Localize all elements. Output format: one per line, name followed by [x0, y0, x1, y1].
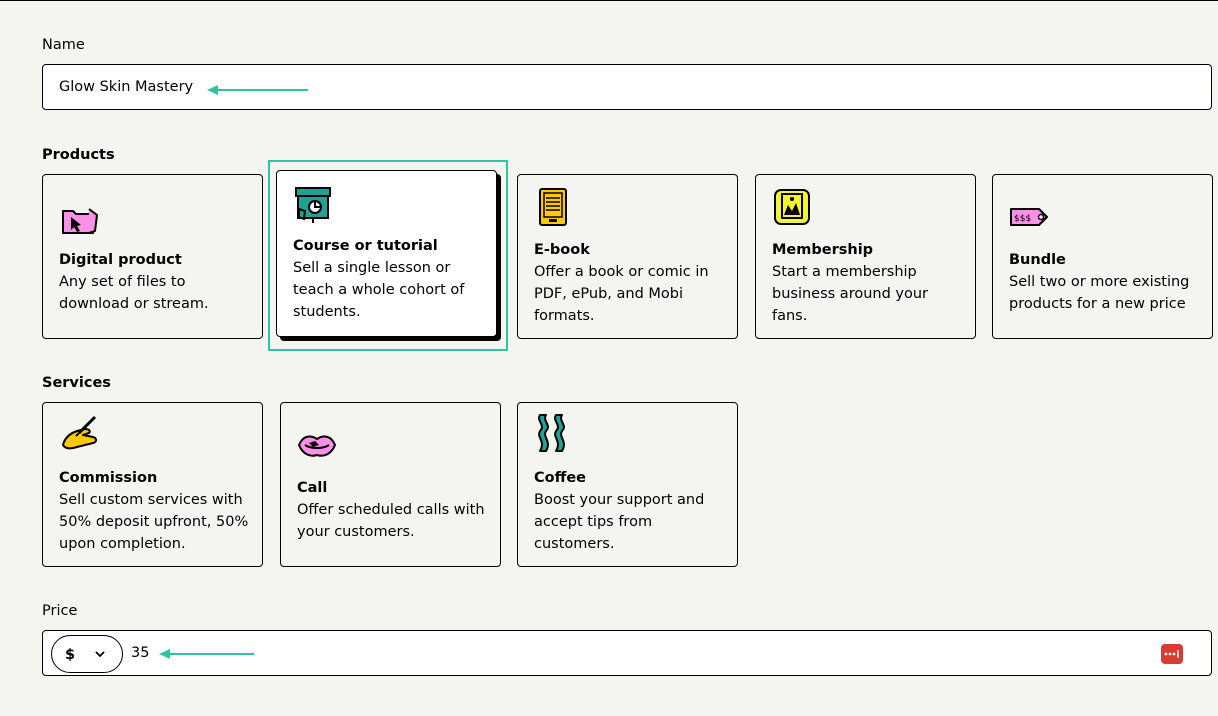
card-title: E-book — [534, 242, 590, 258]
product-card-membership[interactable]: Membership Start a membership business a… — [755, 174, 976, 339]
name-label: Name — [42, 37, 85, 53]
price-input-value: 35 — [131, 645, 150, 661]
card-title: Membership — [772, 242, 874, 258]
hand-pen-icon — [62, 415, 97, 450]
annotation-arrow-icon — [207, 85, 308, 95]
product-card-digital[interactable]: Digital product Any set of files to down… — [42, 174, 263, 339]
coffee-steam-icon — [538, 414, 565, 452]
name-input-value: Glow Skin Mastery — [59, 79, 194, 95]
card-title: Commission — [59, 470, 158, 486]
product-card-course[interactable]: Course or tutorial Sell a single lesson … — [276, 170, 497, 337]
card-title: Bundle — [1009, 252, 1066, 268]
price-tag-icon: $$$ — [1010, 208, 1048, 226]
chevron-down-icon — [95, 651, 105, 658]
card-title: Digital product — [59, 252, 182, 268]
password-manager-icon[interactable] — [1161, 644, 1183, 664]
service-card-coffee[interactable]: Coffee Boost your support and accept tip… — [517, 402, 738, 567]
card-title: Coffee — [534, 470, 587, 486]
card-description: Boost your support and accept tips from … — [534, 492, 705, 552]
price-label: Price — [42, 603, 78, 619]
service-card-call[interactable]: Call Offer scheduled calls with your cus… — [280, 402, 501, 567]
card-title: Call — [297, 480, 328, 496]
product-card-ebook[interactable]: E-book Offer a book or comic in PDF, ePu… — [517, 174, 738, 339]
ebook-reader-icon — [539, 188, 567, 226]
card-description: Any set of files to download or stream. — [59, 274, 209, 312]
services-heading: Services — [42, 375, 111, 391]
lips-phone-icon — [297, 435, 337, 457]
card-description: Sell custom services with 50% deposit up… — [59, 492, 249, 552]
card-title: Course or tutorial — [293, 238, 438, 254]
folder-cursor-icon — [62, 208, 98, 234]
service-card-commission[interactable]: Commission Sell custom services with 50%… — [42, 402, 263, 567]
annotation-arrow-icon — [159, 649, 254, 659]
membership-card-icon — [774, 189, 810, 225]
card-description: Offer a book or comic in PDF, ePub, and … — [534, 264, 709, 324]
card-description: Offer scheduled calls with your customer… — [297, 502, 485, 540]
currency-select[interactable]: $ — [51, 635, 123, 673]
product-card-bundle[interactable]: $$$ Bundle Sell two or more existing pro… — [992, 174, 1213, 339]
currency-symbol: $ — [65, 647, 76, 663]
card-description: Sell a single lesson or teach a whole co… — [293, 260, 465, 320]
presentation-board-icon — [295, 187, 331, 223]
top-divider — [0, 0, 1218, 1]
svg-text:$$$: $$$ — [1014, 214, 1031, 224]
card-description: Sell two or more existing products for a… — [1009, 274, 1190, 312]
card-description: Start a membership business around your … — [772, 264, 929, 324]
products-heading: Products — [42, 147, 115, 163]
